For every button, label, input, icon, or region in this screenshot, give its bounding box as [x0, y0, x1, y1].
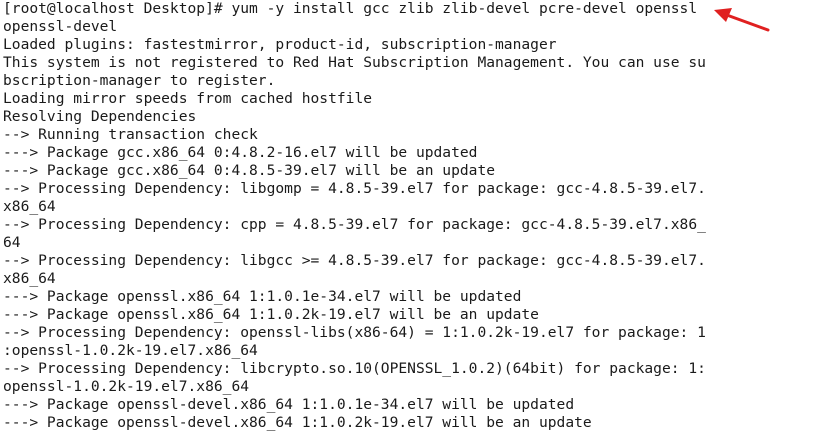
terminal-line: ---> Package gcc.x86_64 0:4.8.5-39.el7 w…	[3, 162, 496, 179]
terminal-line-command: [root@localhost Desktop]# yum -y install…	[3, 0, 698, 17]
terminal-line: ---> Package openssl.x86_64 1:1.0.2k-19.…	[3, 306, 539, 323]
terminal-line: --> Processing Dependency: libgomp = 4.8…	[3, 180, 706, 197]
terminal-line: ---> Package gcc.x86_64 0:4.8.2-16.el7 w…	[3, 144, 478, 161]
terminal-line: ---> Package openssl.x86_64 1:1.0.1e-34.…	[3, 288, 522, 305]
terminal-line: ---> Package openssl-devel.x86_64 1:1.0.…	[3, 414, 592, 431]
terminal-line: x86_64	[3, 198, 56, 215]
red-arrow-icon	[714, 8, 770, 32]
terminal-line: --> Processing Dependency: libcrypto.so.…	[3, 360, 706, 377]
terminal-line: Resolving Dependencies	[3, 108, 197, 125]
terminal-line: This system is not registered to Red Hat…	[3, 54, 706, 71]
terminal-line: bscription-manager to register.	[3, 72, 276, 89]
terminal-line: openssl-devel	[3, 18, 118, 35]
terminal-line: --> Processing Dependency: openssl-libs(…	[3, 324, 706, 341]
terminal-line: Loaded plugins: fastestmirror, product-i…	[3, 36, 557, 53]
terminal-line: --> Running transaction check	[3, 126, 258, 143]
terminal-window[interactable]: [root@localhost Desktop]# yum -y install…	[0, 0, 818, 448]
terminal-line: x86_64	[3, 270, 56, 287]
terminal-line: --> Processing Dependency: cpp = 4.8.5-3…	[3, 216, 706, 233]
terminal-line: 64	[3, 234, 21, 251]
terminal-line: openssl-1.0.2k-19.el7.x86_64	[3, 378, 250, 395]
terminal-line: :openssl-1.0.2k-19.el7.x86_64	[3, 342, 258, 359]
terminal-output: [root@localhost Desktop]# yum -y install…	[3, 0, 815, 432]
terminal-line: Loading mirror speeds from cached hostfi…	[3, 90, 373, 107]
terminal-line: ---> Package openssl-devel.x86_64 1:1.0.…	[3, 396, 575, 413]
terminal-line: --> Processing Dependency: libgcc >= 4.8…	[3, 252, 706, 269]
